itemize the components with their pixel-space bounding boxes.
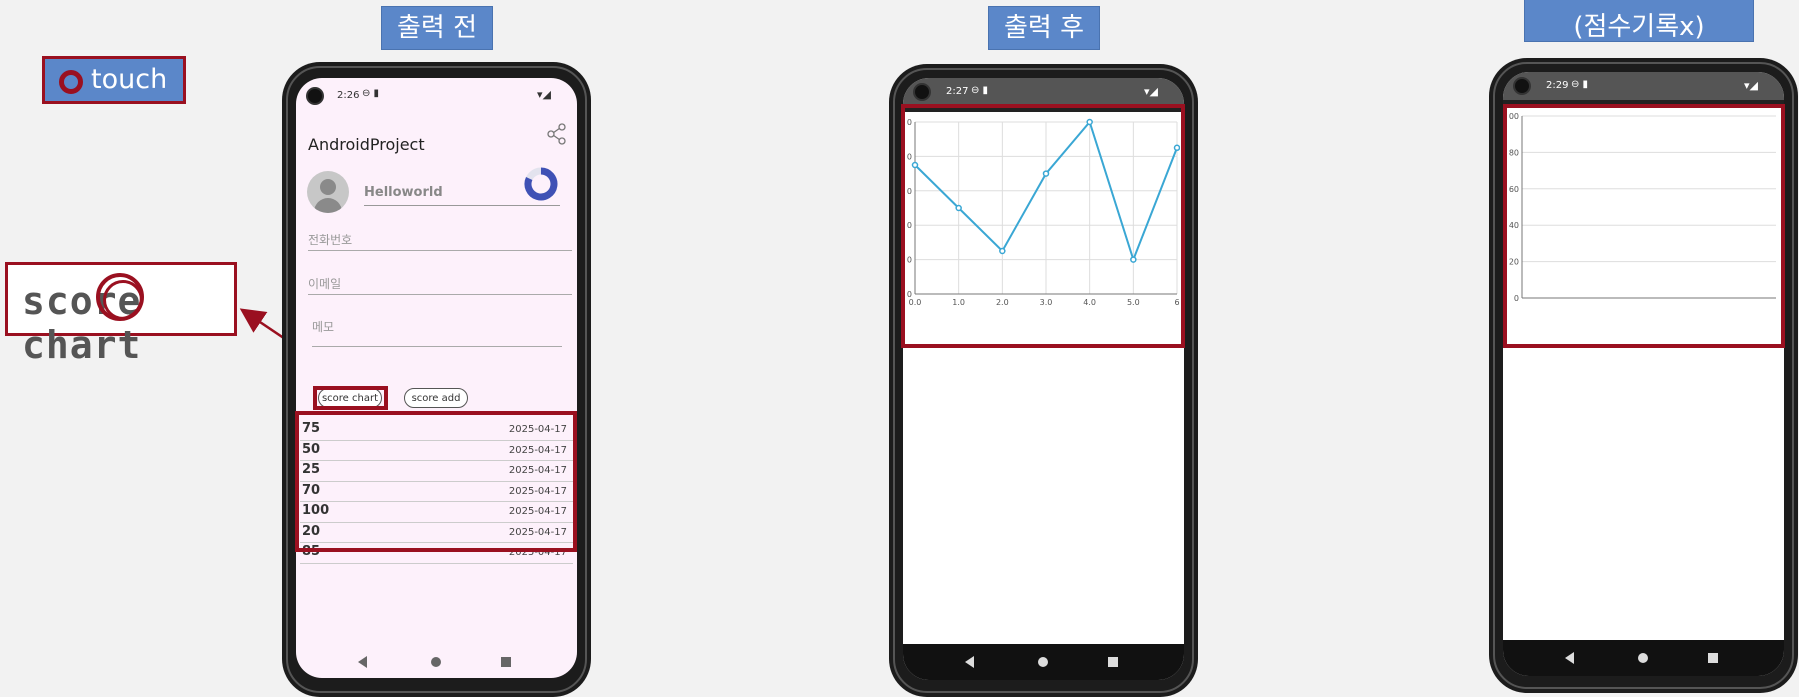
empty-chart-highlight: [1503, 104, 1785, 348]
wifi-signal-icon: ▾◢: [537, 88, 551, 101]
wifi-signal-icon: ▾◢: [1744, 79, 1758, 92]
camera-icon: [913, 83, 931, 101]
home-icon[interactable]: [1038, 657, 1048, 667]
before-label: 출력 전: [381, 6, 493, 50]
phone-before-screen: 2:26 ⊖ ▮ ▾◢ AndroidProject Helloworld 전화…: [296, 78, 577, 678]
home-icon[interactable]: [431, 657, 441, 667]
avatar-head: [320, 179, 336, 195]
back-icon[interactable]: [358, 656, 367, 668]
avatar[interactable]: [307, 171, 349, 213]
wifi-signal-icon: ▾◢: [1144, 85, 1158, 98]
memo-placeholder: 메모: [312, 320, 335, 334]
status-bar: 2:26 ⊖ ▮ ▾◢: [296, 78, 577, 114]
status-time: 2:27: [946, 86, 969, 97]
nav-bar: [1503, 640, 1784, 676]
home-icon[interactable]: [1638, 653, 1648, 663]
zoomed-score-chart-callout: score chart: [5, 262, 237, 367]
share-icon[interactable]: [547, 123, 567, 145]
score-chart-button-highlight: [313, 386, 388, 410]
no-score-label: (점수기록x): [1524, 0, 1754, 42]
touch-indicator-icon: [96, 273, 144, 321]
no-score-text: (점수기록x): [1573, 12, 1705, 42]
nav-bar: [903, 644, 1184, 680]
status-bar: 2:27 ⊖ ▮ ▾◢: [903, 78, 1184, 106]
score-list-highlight: [295, 411, 577, 552]
recents-icon[interactable]: [1108, 657, 1118, 667]
recents-icon[interactable]: [501, 657, 511, 667]
phone-before: 2:26 ⊖ ▮ ▾◢ AndroidProject Helloworld 전화…: [282, 62, 591, 697]
memo-field[interactable]: 메모: [312, 318, 562, 347]
camera-icon: [306, 87, 324, 105]
status-icons: ⊖ ▮: [971, 85, 989, 96]
app-title: AndroidProject: [308, 135, 425, 154]
status-bar: 2:29 ⊖ ▮ ▾◢: [1503, 72, 1784, 100]
touch-legend: touch: [42, 56, 186, 104]
touch-ring-icon: [59, 70, 83, 94]
after-label: 출력 후: [988, 6, 1100, 50]
avatar-body: [314, 198, 342, 213]
touch-legend-text: touch: [91, 64, 168, 95]
back-icon[interactable]: [1565, 652, 1574, 664]
status-time: 2:29: [1546, 80, 1569, 91]
status-time: 2:26: [337, 90, 360, 101]
score-add-button[interactable]: score add: [404, 388, 468, 408]
phone-field[interactable]: 전화번호: [308, 230, 572, 251]
progress-donut-icon: [524, 167, 558, 201]
chart-highlight: [901, 104, 1185, 348]
status-icons: ⊖ ▮: [362, 88, 380, 99]
email-field[interactable]: 이메일: [308, 274, 572, 295]
status-icons: ⊖ ▮: [1571, 79, 1589, 90]
back-icon[interactable]: [965, 656, 974, 668]
camera-icon: [1513, 77, 1531, 95]
recents-icon[interactable]: [1708, 653, 1718, 663]
nav-bar: [296, 644, 577, 678]
